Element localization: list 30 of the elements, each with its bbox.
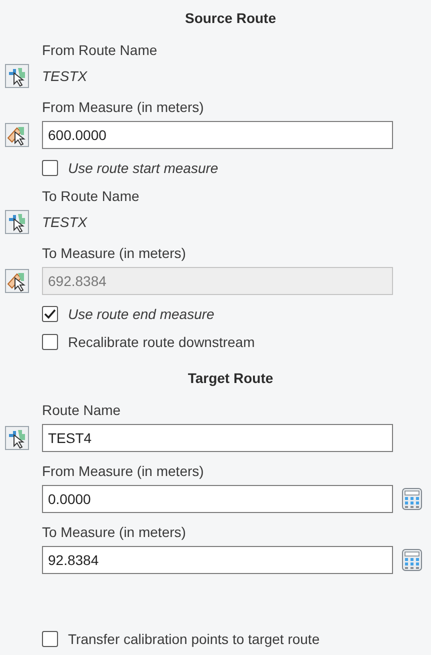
field-label: Route Name: [42, 401, 122, 419]
map-cursor-icon[interactable]: [5, 64, 29, 88]
field-label: From Measure (in meters): [42, 462, 205, 480]
checkbox-label[interactable]: Use route end measure: [68, 305, 214, 323]
map-cursor-icon[interactable]: [5, 426, 29, 450]
section-heading: Source Route: [184, 9, 277, 27]
input-field[interactable]: 92.8384: [42, 546, 393, 574]
field-label: To Route Name: [42, 187, 140, 205]
checkbox-label[interactable]: Transfer calibration points to target route: [68, 630, 320, 648]
calculator-icon[interactable]: [402, 549, 422, 571]
checkbox-label[interactable]: Use route start measure: [68, 159, 218, 177]
input-field[interactable]: TEST4: [42, 424, 393, 452]
checkbox-label[interactable]: Recalibrate route downstream: [68, 333, 255, 351]
ruler-cursor-icon[interactable]: [5, 123, 29, 147]
field-label: To Measure (in meters): [42, 523, 187, 541]
checkbox[interactable]: [42, 334, 58, 350]
route-value: TESTX: [42, 213, 88, 231]
calculator-icon[interactable]: [402, 488, 422, 510]
input-field[interactable]: 0.0000: [42, 485, 393, 513]
field-label: From Route Name: [42, 41, 158, 59]
checkbox[interactable]: [42, 160, 58, 176]
checkbox[interactable]: [42, 306, 58, 322]
input-field[interactable]: 600.0000: [42, 121, 393, 149]
map-cursor-icon[interactable]: [5, 210, 29, 234]
checkbox[interactable]: [42, 631, 58, 647]
field-label: To Measure (in meters): [42, 244, 187, 262]
section-heading: Target Route: [186, 369, 274, 387]
route-value: TESTX: [42, 67, 88, 85]
field-label: From Measure (in meters): [42, 98, 205, 116]
ruler-cursor-icon[interactable]: [5, 269, 29, 293]
